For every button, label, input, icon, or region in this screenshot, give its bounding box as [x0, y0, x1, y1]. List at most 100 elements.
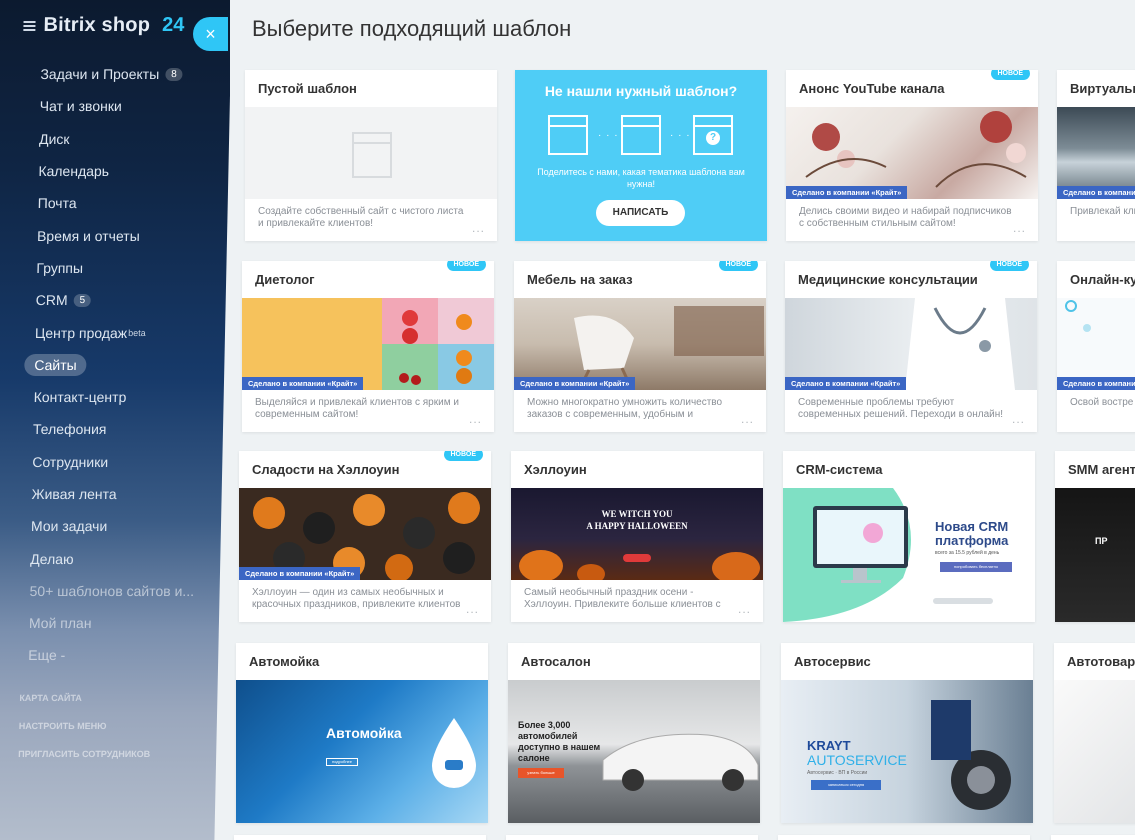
sidebar-item-label: Еще - — [28, 647, 66, 664]
card-title: Анонс YouTube канала — [799, 81, 945, 96]
autoservice-subtitle: Автосервис · ВП в России — [807, 770, 868, 776]
card-preview: WE WITCH YOU A HAPPY HALLOWEEN — [511, 488, 763, 580]
sidebar-item-label: Центр продаж — [34, 324, 128, 341]
sidebar-item[interactable]: Чат и звонки — [0, 90, 230, 122]
template-card-request[interactable]: Не нашли нужный шаблон? · · · · · · ? По… — [515, 70, 767, 241]
more-icon[interactable]: ... — [738, 602, 751, 616]
card-title: Хэллоуин — [524, 462, 587, 477]
card-title: Сладости на Хэллоуин — [252, 462, 400, 477]
card-title: Виртуальн — [1070, 81, 1135, 96]
sidebar-footer-link[interactable]: Настроить меню — [18, 718, 151, 746]
sidebar-item-label: 50+ шаблонов сайтов и... — [29, 582, 195, 599]
sidebar-item-label: Мои задачи — [30, 518, 108, 535]
sidebar-item[interactable]: Делаю — [0, 542, 221, 574]
template-gallery: Выберите подходящий шаблон Пустой шаблон… — [230, 0, 1135, 840]
template-card-smm[interactable]: SMM агент ПР — [1055, 451, 1135, 622]
help-card-text: Поделитесь с нами, какая тематика шаблон… — [537, 167, 745, 189]
sidebar-item[interactable]: Сайты — [0, 349, 225, 381]
template-card-halloween[interactable]: Хэллоуин WE WITCH YOU A HAPPY HALLOWEEN … — [511, 451, 763, 622]
template-card-autoparts[interactable]: Автотовары — [1054, 643, 1135, 823]
sidebar-item[interactable]: Живая лента — [0, 478, 222, 510]
card-title: Диетолог — [255, 272, 315, 287]
new-badge: новое — [443, 451, 483, 461]
card-description: Современные проблемы требуют современных… — [798, 397, 1004, 420]
template-card-next[interactable] — [778, 835, 1030, 840]
new-badge: новое — [446, 261, 486, 271]
template-card-next[interactable] — [1051, 835, 1135, 840]
template-card-autoservice[interactable]: Автосервис KRAYT AUTOSERVICE Автосервис … — [781, 643, 1033, 823]
sidebar-item[interactable]: Мой план — [0, 607, 219, 639]
more-icon[interactable]: ... — [741, 412, 754, 426]
template-card-carwash[interactable]: Автомойка Автомойка подробнее — [236, 643, 488, 823]
sidebar-item[interactable]: Диск — [0, 123, 229, 155]
sidebar-item-label: Делаю — [30, 550, 74, 567]
counter-badge: 5 — [73, 293, 92, 307]
more-icon[interactable]: ... — [469, 412, 482, 426]
card-title: Онлайн-ку — [1070, 272, 1135, 287]
more-icon[interactable]: ... — [472, 221, 485, 235]
sidebar-item-label: Диск — [38, 130, 70, 147]
crm-headline: Новая CRM платформа — [935, 519, 1009, 548]
write-button[interactable]: НАПИСАТЬ — [596, 200, 685, 226]
card-preview — [245, 107, 497, 199]
krayt-label: Сделано в компании «Крайт» — [242, 377, 364, 390]
autoservice-title: AUTOSERVICE — [807, 752, 907, 768]
card-title: Автосалон — [521, 654, 591, 669]
sidebar-item[interactable]: Время и отчеты — [0, 219, 227, 251]
krayt-label: Сделано в компании «Крайт» — [514, 377, 636, 390]
template-card-halloween-sweets[interactable]: Сладости на Хэллоуин Сделано в компании … — [239, 451, 491, 622]
card-description: Привлекай клиентов среди конкуре — [1070, 206, 1135, 217]
autoservice-brand: KRAYT — [807, 738, 851, 753]
sidebar-item[interactable]: Сотрудники — [0, 446, 223, 478]
template-card-next[interactable] — [506, 835, 758, 840]
crm-try-button: попробовать бесплатно — [940, 562, 1012, 572]
template-card-youtube[interactable]: Анонс YouTube канала Сделано в компании … — [786, 70, 1038, 241]
template-card-next[interactable] — [234, 835, 486, 840]
hamburger-menu-icon[interactable] — [23, 20, 36, 31]
card-preview: KRAYT AUTOSERVICE Автосервис · ВП в Росс… — [781, 680, 1033, 823]
card-preview: Сделано в компании «Крайт» — [786, 107, 1038, 199]
sidebar-footer-link[interactable]: Карта сайта — [19, 690, 152, 718]
sidebar-item-label: Живая лента — [31, 486, 117, 502]
template-card-medical[interactable]: Медицинские консультации Сделано в компа… — [785, 261, 1037, 432]
sidebar-item[interactable]: Почта — [0, 187, 228, 219]
sidebar-item[interactable]: Еще - — [0, 639, 219, 671]
sidebar-item-label: Календарь — [38, 163, 110, 180]
more-icon[interactable]: ... — [1012, 412, 1025, 426]
ellipsis-icon: · · · — [670, 130, 691, 141]
sidebar-item[interactable]: Мои задачи — [0, 510, 221, 542]
template-card-virtual[interactable]: Виртуальн Сделано в компании «Крайт» При… — [1057, 70, 1135, 241]
card-title: Мебель на заказ — [527, 272, 633, 287]
card-title: SMM агент — [1068, 462, 1135, 477]
logo[interactable]: Bitrix shop 24 — [23, 14, 185, 37]
ellipsis-icon: · · · — [598, 130, 619, 141]
smm-headline: ПР — [1095, 536, 1108, 546]
more-icon[interactable]: ... — [1013, 221, 1026, 235]
sidebar-item[interactable]: CRM 5 — [0, 284, 226, 316]
sidebar-footer-link[interactable]: Пригласить сотрудников — [18, 746, 151, 774]
card-preview: ПР — [1055, 488, 1135, 622]
sidebar-item[interactable]: 50+ шаблонов сайтов и... — [0, 575, 220, 607]
template-card-blank[interactable]: Пустой шаблон Создайте собственный сайт … — [245, 70, 497, 241]
sidebar-item[interactable]: Центр продаж beta — [0, 316, 225, 348]
sidebar-item[interactable]: Контакт-центр — [0, 381, 224, 413]
close-slider-button[interactable]: × — [193, 17, 228, 51]
template-card-dietologist[interactable]: Диетолог Сделано в компании «Крайт» ново… — [242, 261, 494, 432]
sidebar-item-label: Задачи и Проекты — [40, 66, 160, 83]
sidebar-item[interactable]: Телефония — [0, 413, 223, 445]
sidebar-item[interactable]: Группы — [0, 252, 227, 284]
template-card-online-course[interactable]: Онлайн-ку Сделано в компании «Крайт» Осв… — [1057, 261, 1135, 432]
card-preview: Сделано в компании «Крайт» — [1057, 107, 1135, 199]
more-icon[interactable]: ... — [466, 602, 479, 616]
template-card-crm[interactable]: CRM-система Новая CRM платформа всего за… — [783, 451, 1035, 622]
card-preview: Более 3,000 автомобилей доступно в нашем… — [508, 680, 760, 823]
card-description: Выделяйся и привлекай клиентов с ярким и… — [255, 397, 459, 420]
page-title: Выберите подходящий шаблон — [252, 16, 572, 41]
template-card-furniture[interactable]: Мебель на заказ Сделано в компании «Край… — [514, 261, 766, 432]
sidebar-item-label: Время и отчеты — [36, 227, 140, 244]
sidebar-item[interactable]: Задачи и Проекты 8 — [0, 58, 231, 90]
sidebar-item[interactable]: Календарь — [0, 155, 229, 187]
template-card-carsalon[interactable]: Автосалон Более 3,000 автомобилей доступ… — [508, 643, 760, 823]
logo-number: 24 — [161, 14, 185, 36]
card-description: Делись своими видео и набирай подписчико… — [799, 206, 1012, 229]
